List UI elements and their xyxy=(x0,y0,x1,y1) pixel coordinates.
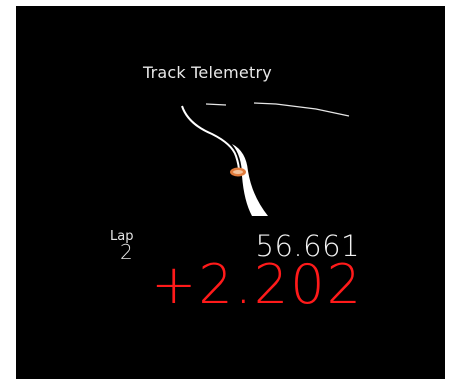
lap-number: 2 xyxy=(120,240,133,264)
delta-time: +2.202 xyxy=(151,253,363,316)
car-marker-icon xyxy=(230,167,246,177)
track-map-icon xyxy=(181,102,350,216)
telemetry-panel: Track Telemetry Lap 2 56.661 +2.202 xyxy=(16,6,445,379)
